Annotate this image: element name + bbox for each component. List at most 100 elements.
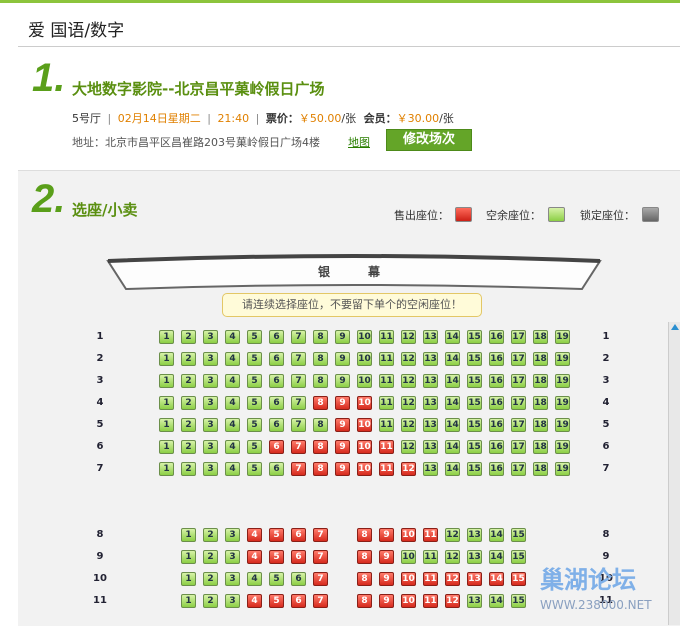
seat-free[interactable]: 12: [445, 550, 460, 564]
seat-free[interactable]: 13: [423, 374, 438, 388]
seat-free[interactable]: 14: [445, 396, 460, 410]
seat-free[interactable]: 18: [533, 396, 548, 410]
seat-free[interactable]: 15: [511, 594, 526, 608]
seat-free[interactable]: 15: [511, 550, 526, 564]
seat-free[interactable]: 4: [225, 352, 240, 366]
seat-free[interactable]: 19: [555, 462, 570, 476]
seat-free[interactable]: 19: [555, 440, 570, 454]
seat-free[interactable]: 15: [467, 462, 482, 476]
seat-free[interactable]: 17: [511, 352, 526, 366]
seat-free[interactable]: 18: [533, 352, 548, 366]
seat-free[interactable]: 2: [203, 594, 218, 608]
seat-free[interactable]: 10: [357, 330, 372, 344]
seat-free[interactable]: 10: [401, 550, 416, 564]
seat-free[interactable]: 14: [489, 594, 504, 608]
seat-free[interactable]: 16: [489, 396, 504, 410]
seat-free[interactable]: 6: [269, 374, 284, 388]
seat-free[interactable]: 14: [445, 462, 460, 476]
seat-free[interactable]: 15: [467, 352, 482, 366]
seat-free[interactable]: 1: [159, 440, 174, 454]
seat-free[interactable]: 16: [489, 330, 504, 344]
seat-free[interactable]: 16: [489, 352, 504, 366]
seat-free[interactable]: 14: [445, 374, 460, 388]
seat-free[interactable]: 19: [555, 396, 570, 410]
seat-free[interactable]: 11: [379, 330, 394, 344]
seat-free[interactable]: 10: [357, 374, 372, 388]
seat-free[interactable]: 6: [269, 462, 284, 476]
seat-free[interactable]: 12: [401, 330, 416, 344]
seat-free[interactable]: 17: [511, 374, 526, 388]
seat-free[interactable]: 6: [269, 418, 284, 432]
seat-free[interactable]: 5: [247, 396, 262, 410]
seat-free[interactable]: 3: [203, 418, 218, 432]
seat-free[interactable]: 3: [203, 352, 218, 366]
seat-free[interactable]: 18: [533, 462, 548, 476]
seat-free[interactable]: 12: [401, 352, 416, 366]
seat-free[interactable]: 3: [225, 594, 240, 608]
seat-free[interactable]: 13: [423, 462, 438, 476]
scrollbar[interactable]: [668, 322, 680, 625]
seat-free[interactable]: 1: [159, 330, 174, 344]
seat-free[interactable]: 2: [181, 374, 196, 388]
seat-free[interactable]: 3: [203, 396, 218, 410]
seat-free[interactable]: 11: [423, 550, 438, 564]
seat-free[interactable]: 8: [313, 330, 328, 344]
seat-free[interactable]: 1: [159, 352, 174, 366]
seat-free[interactable]: 1: [181, 528, 196, 542]
seat-free[interactable]: 14: [445, 352, 460, 366]
seat-free[interactable]: 9: [335, 374, 350, 388]
seat-free[interactable]: 1: [159, 418, 174, 432]
seat-free[interactable]: 6: [291, 572, 306, 586]
seat-free[interactable]: 5: [247, 374, 262, 388]
seat-free[interactable]: 1: [181, 550, 196, 564]
seat-free[interactable]: 15: [467, 330, 482, 344]
seat-free[interactable]: 13: [423, 440, 438, 454]
seat-free[interactable]: 16: [489, 418, 504, 432]
seat-free[interactable]: 2: [181, 396, 196, 410]
seat-free[interactable]: 13: [467, 594, 482, 608]
seat-free[interactable]: 15: [467, 418, 482, 432]
seat-free[interactable]: 2: [203, 528, 218, 542]
seat-free[interactable]: 15: [467, 374, 482, 388]
seat-free[interactable]: 3: [203, 440, 218, 454]
seat-free[interactable]: 13: [467, 528, 482, 542]
seat-free[interactable]: 8: [313, 418, 328, 432]
seat-free[interactable]: 11: [379, 396, 394, 410]
seat-free[interactable]: 18: [533, 418, 548, 432]
seat-free[interactable]: 13: [423, 396, 438, 410]
seat-free[interactable]: 3: [203, 462, 218, 476]
seat-free[interactable]: 5: [247, 330, 262, 344]
seat-free[interactable]: 2: [203, 572, 218, 586]
seat-free[interactable]: 14: [445, 330, 460, 344]
seat-free[interactable]: 2: [181, 330, 196, 344]
seat-free[interactable]: 12: [401, 374, 416, 388]
seat-free[interactable]: 18: [533, 374, 548, 388]
seat-free[interactable]: 7: [291, 352, 306, 366]
seat-free[interactable]: 4: [225, 418, 240, 432]
seat-free[interactable]: 13: [423, 352, 438, 366]
seat-free[interactable]: 14: [445, 418, 460, 432]
seat-free[interactable]: 17: [511, 462, 526, 476]
seat-free[interactable]: 13: [467, 550, 482, 564]
seat-free[interactable]: 8: [313, 374, 328, 388]
scroll-up-icon[interactable]: [671, 324, 679, 330]
seat-free[interactable]: 5: [247, 440, 262, 454]
seat-free[interactable]: 5: [247, 352, 262, 366]
seat-free[interactable]: 1: [159, 396, 174, 410]
seat-free[interactable]: 4: [225, 374, 240, 388]
seat-free[interactable]: 6: [269, 330, 284, 344]
seat-free[interactable]: 17: [511, 330, 526, 344]
seat-free[interactable]: 4: [225, 440, 240, 454]
seat-free[interactable]: 12: [401, 418, 416, 432]
seat-free[interactable]: 4: [225, 330, 240, 344]
seat-free[interactable]: 16: [489, 374, 504, 388]
seat-free[interactable]: 11: [379, 374, 394, 388]
seat-free[interactable]: 3: [225, 528, 240, 542]
seat-free[interactable]: 14: [489, 550, 504, 564]
seat-free[interactable]: 18: [533, 440, 548, 454]
seat-free[interactable]: 19: [555, 352, 570, 366]
seat-free[interactable]: 3: [225, 572, 240, 586]
seat-free[interactable]: 7: [291, 418, 306, 432]
seat-free[interactable]: 7: [291, 330, 306, 344]
seat-free[interactable]: 14: [489, 528, 504, 542]
